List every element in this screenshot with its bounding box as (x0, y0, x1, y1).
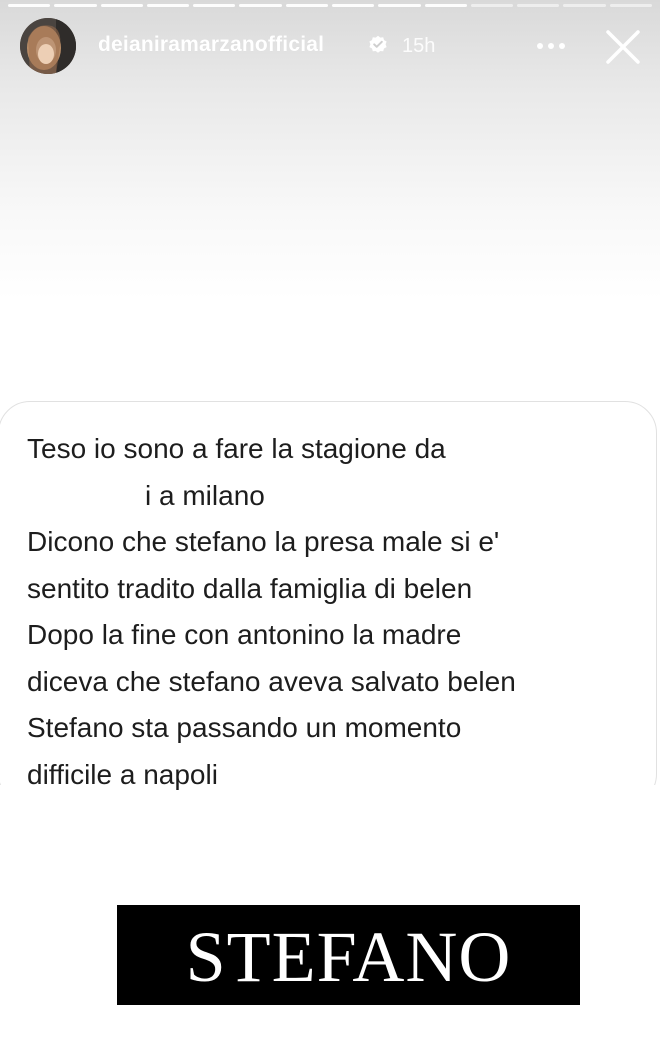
message-line-text: difficile a napoli (27, 758, 218, 790)
redaction-block (225, 759, 556, 794)
progress-segment (146, 4, 190, 7)
progress-segment (563, 4, 606, 7)
story-header: deianiramarzanofficial 15h (0, 16, 660, 78)
close-icon (606, 30, 640, 64)
progress-segment (331, 4, 375, 7)
message-line: Dicono che stefano la presa male si e' (27, 526, 500, 557)
redaction-block (27, 482, 151, 513)
username[interactable]: deianiramarzanofficial (98, 33, 324, 57)
caption-text: STEFANO (185, 917, 512, 997)
progress-segment (54, 4, 97, 7)
progress-segment (517, 4, 560, 7)
avatar-image (20, 18, 76, 74)
progress-segment (285, 4, 328, 7)
message-line-redacted: difficile a napoli (27, 752, 647, 799)
message-line: Stefano sta passando un momento (27, 712, 462, 743)
progress-segment (239, 4, 282, 7)
message-text: Teso io sono a fare la stagione da i a m… (27, 426, 647, 798)
story-time: 15h (402, 35, 436, 57)
progress-segment (100, 4, 143, 7)
story-container[interactable]: deianiramarzanofficial 15h Teso io sono … (0, 0, 660, 1057)
progress-segment (193, 4, 236, 7)
message-line: Dopo la fine con antonino la madre (27, 619, 462, 650)
caption-sticker: STEFANO (117, 905, 580, 1005)
message-line: Teso io sono a fare la stagione da (27, 433, 446, 464)
profile-avatar[interactable] (20, 18, 76, 74)
more-options-button[interactable] (531, 30, 571, 62)
progress-segment (609, 4, 652, 7)
close-button[interactable] (600, 24, 646, 70)
message-line-text: i a milano (145, 479, 265, 511)
message-line: sentito tradito dalla famiglia di belen (27, 572, 473, 604)
story-progress-bar (8, 4, 652, 7)
progress-segment (8, 4, 51, 7)
progress-segment (424, 4, 467, 7)
message-line: diceva che stefano aveva salvato belen (27, 665, 516, 697)
progress-segment (470, 4, 514, 7)
progress-segment (378, 4, 421, 7)
more-horizontal-icon (537, 43, 565, 49)
message-line-redacted: i a milano (27, 473, 647, 520)
verified-badge-icon (369, 35, 387, 53)
